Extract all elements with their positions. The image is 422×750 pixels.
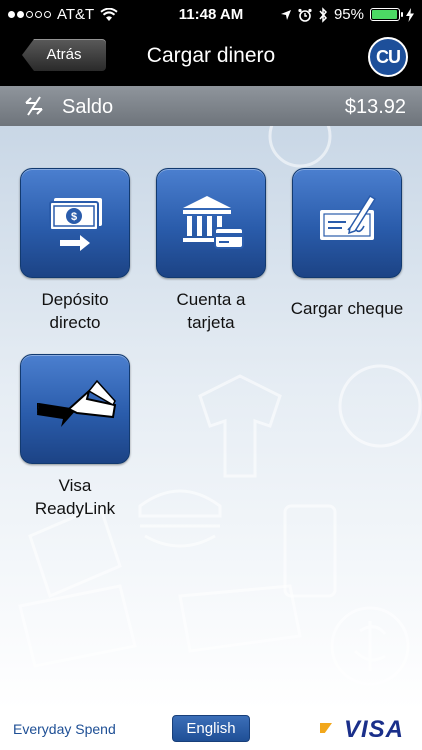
charging-icon — [406, 7, 414, 22]
battery-fill — [372, 10, 397, 19]
brand-name: Everyday Spend — [13, 721, 116, 737]
status-right: 95% — [280, 6, 414, 23]
tile-label: Depósito directo — [41, 290, 109, 332]
tile-direct-deposit[interactable]: $ Depósito directo — [10, 168, 140, 334]
footer: Everyday Spend English VISA — [0, 710, 422, 750]
load-check-button[interactable] — [292, 168, 402, 278]
visa-logo: VISA — [343, 716, 404, 743]
tile-account-to-card[interactable]: Cuenta a tarjeta — [146, 168, 276, 334]
bank-to-card-icon — [183, 196, 244, 249]
battery-icon — [370, 8, 403, 21]
svg-text:$: $ — [71, 211, 77, 223]
tile-load-check[interactable]: Cargar cheque — [282, 168, 412, 320]
balance-value: $13.92 — [344, 96, 406, 118]
account-to-card-button[interactable] — [156, 168, 266, 278]
visa-readylink-button[interactable] — [20, 354, 130, 464]
navigation-bar: Atrás Cargar dinero CU — [0, 30, 422, 86]
tile-label: Visa ReadyLink — [34, 476, 116, 518]
tile-visa-readylink[interactable]: Visa ReadyLink — [10, 354, 140, 520]
visa-accent-mark — [320, 723, 332, 733]
bluetooth-icon — [319, 6, 327, 23]
page-title: Cargar dinero — [146, 44, 276, 67]
content-area: $ Depósito directo Cuenta a tarjeta Carg… — [0, 126, 422, 710]
tile-label: Cuenta a tarjeta — [176, 290, 246, 332]
tile-label: Cargar cheque — [290, 299, 404, 318]
battery-percent: 95% — [333, 6, 364, 23]
refresh-arrows-icon[interactable] — [22, 94, 46, 118]
check-icon — [320, 194, 377, 240]
direct-deposit-button[interactable]: $ — [20, 168, 130, 278]
location-icon — [280, 9, 291, 20]
status-bar: AT&T 11:48 AM 95% — [0, 0, 422, 30]
balance-label: Saldo — [62, 96, 114, 118]
direct-deposit-icon: $ — [49, 198, 102, 251]
language-button[interactable]: English — [172, 715, 250, 742]
alarm-icon — [298, 8, 312, 22]
balance-bar: Saldo $13.92 — [0, 86, 422, 126]
readylink-icon — [37, 379, 117, 427]
credit-union-logo: CU — [368, 37, 408, 77]
